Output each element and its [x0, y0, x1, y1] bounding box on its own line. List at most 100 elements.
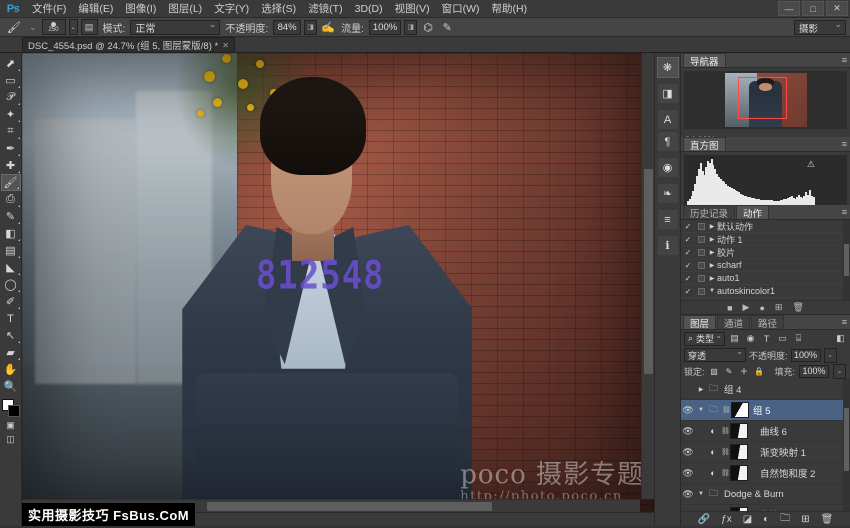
crop-tool[interactable]: ⌗ [1, 123, 21, 140]
color-swatches[interactable] [1, 398, 21, 418]
screen-mode-icon[interactable]: ◫ [3, 432, 19, 446]
action-dialog-toggle[interactable] [695, 249, 707, 256]
quick-mask-icon[interactable]: ▣ [3, 418, 19, 432]
menu-layer[interactable]: 图层(L) [162, 0, 208, 18]
delete-icon[interactable]: 🗑 [792, 302, 803, 313]
chevron-right-icon[interactable]: ▶ [707, 262, 717, 269]
chevron-right-icon[interactable]: ▼ [707, 288, 717, 294]
action-row[interactable]: ✓▶auto1 [681, 272, 850, 285]
delete-layer-icon[interactable]: 🗑 [821, 514, 834, 525]
dodge-tool[interactable]: ◯ [1, 276, 21, 293]
panel-menu-icon[interactable]: ≡ [842, 207, 847, 217]
action-row[interactable]: ✓▶胶片 [681, 246, 850, 259]
action-enabled-checkbox[interactable]: ✓ [681, 222, 695, 231]
eye-icon[interactable]: 👁 [681, 468, 695, 479]
quick-select-tool[interactable]: ✦ [1, 106, 21, 123]
layer-style-icon[interactable]: ƒx [721, 514, 732, 525]
tool-preset-chevron-icon[interactable]: ⌄ [27, 22, 39, 33]
brush-size-preview[interactable]: 250 [42, 19, 66, 35]
link-icon[interactable]: ⛓ [721, 448, 728, 456]
airbrush-toggle-icon[interactable]: ⌬ [420, 19, 436, 35]
eye-icon[interactable]: 👁 [681, 426, 695, 437]
new-group-icon[interactable]: 🗀 [780, 511, 790, 528]
layer-fill-value[interactable]: 100% [799, 365, 829, 378]
shape-tool[interactable]: ▰ [1, 344, 21, 361]
filter-toggle-icon[interactable]: ◧ [834, 332, 847, 346]
filter-shape-icon[interactable]: ▭ [776, 332, 789, 346]
character-icon[interactable]: A [657, 109, 679, 130]
panel-menu-icon[interactable]: ≡ [842, 55, 847, 65]
navigator-view-box[interactable] [738, 77, 787, 119]
menu-3d[interactable]: 3D(D) [349, 0, 389, 18]
link-icon[interactable]: ⛓ [721, 469, 728, 477]
action-enabled-checkbox[interactable]: ✓ [681, 300, 695, 301]
tab-paths[interactable]: 路径 [751, 315, 784, 329]
lasso-tool[interactable]: 𝒫 [1, 89, 21, 106]
histogram-warning-icon[interactable]: ⚠ [807, 159, 815, 170]
healing-brush-tool[interactable]: ✚ [1, 157, 21, 174]
layer-filter-type-select[interactable]: ⌕ 类型 [684, 332, 725, 346]
clone-stamp-tool[interactable]: ⎙ [1, 191, 21, 208]
pen-tool[interactable]: ✐ [1, 293, 21, 310]
paragraph-icon[interactable]: ¶ [657, 131, 679, 152]
lock-all-icon[interactable]: 🔒 [754, 366, 765, 377]
menu-help[interactable]: 帮助(H) [486, 0, 534, 18]
action-enabled-checkbox[interactable]: ✓ [681, 261, 695, 270]
navigator-preview[interactable] [684, 71, 847, 129]
airbrush-opacity-icon[interactable]: ✍ [320, 19, 336, 35]
tab-history[interactable]: 历史记录 [683, 205, 735, 219]
action-row[interactable]: ✓▶scharf [681, 259, 850, 272]
actions-scrollbar[interactable] [843, 220, 850, 300]
opacity-stepper-icon[interactable]: ⌄ [824, 348, 837, 363]
tablet-pressure-icon[interactable]: ✎ [439, 19, 455, 35]
eraser-tool[interactable]: ◧ [1, 225, 21, 242]
properties-icon[interactable]: ≡ [657, 209, 679, 230]
document-tab[interactable]: DSC_4554.psd @ 24.7% (组 5, 图层蒙版/8) * ✕ [22, 37, 235, 52]
adjustment-thumbnail[interactable]: ◐ [707, 468, 719, 478]
layer-row[interactable]: 👁▼🗀⛓组 5 [681, 400, 850, 421]
menu-file[interactable]: 文件(F) [26, 0, 72, 18]
opacity-input[interactable]: 84% [273, 20, 301, 35]
adjustment-thumbnail[interactable]: ◐ [707, 447, 719, 457]
blur-tool[interactable]: ◣ [1, 259, 21, 276]
background-color-swatch[interactable] [8, 405, 20, 417]
hand-tool[interactable]: ✋ [1, 361, 21, 378]
menu-select[interactable]: 选择(S) [255, 0, 302, 18]
close-button[interactable]: ✕ [826, 1, 848, 16]
eyedropper-tool[interactable]: ✒ [1, 140, 21, 157]
layer-row[interactable]: ▶🗀组 4 [681, 379, 850, 400]
blend-mode-select[interactable]: 正常 [130, 20, 220, 35]
layer-mask-thumbnail[interactable] [730, 423, 748, 439]
chevron-icon[interactable]: ▼ [697, 407, 705, 413]
layer-mask-thumbnail[interactable] [730, 465, 748, 481]
gradient-tool[interactable]: ▤ [1, 242, 21, 259]
brush-panel-toggle-icon[interactable]: ▤ [81, 19, 98, 35]
action-enabled-checkbox[interactable]: ✓ [681, 248, 695, 257]
filter-smart-icon[interactable]: ⌸ [792, 332, 805, 346]
move-tool[interactable]: ⬈ [1, 55, 21, 72]
color-icon[interactable]: ◨ [657, 83, 679, 104]
canvas-area[interactable]: 812548 poco 摄影专题 http://photo.poco.cn 24… [22, 53, 654, 526]
action-dialog-toggle[interactable] [695, 275, 707, 282]
adjustment-thumbnail[interactable]: ◐ [707, 426, 719, 436]
lock-move-icon[interactable]: ✛ [739, 366, 750, 377]
adjustments-icon[interactable]: ❋ [657, 57, 679, 78]
history-brush-tool[interactable]: ✎ [1, 208, 21, 225]
lock-paint-icon[interactable]: ✎ [724, 366, 735, 377]
type-tool[interactable]: T [1, 310, 21, 327]
eye-icon[interactable]: 👁 [681, 510, 695, 512]
record-icon[interactable]: ▶ [743, 302, 750, 313]
scroll-thumb[interactable] [207, 502, 491, 511]
layers-list[interactable]: ▶🗀组 4👁▼🗀⛓组 5👁◐⛓曲线 6👁◐⛓渐变映射 1👁◐⛓自然饱和度 2👁▼… [681, 379, 850, 511]
filter-type-icon[interactable]: T [760, 332, 773, 346]
new-action-icon[interactable]: ⊞ [775, 302, 783, 313]
opacity-pressure-icon[interactable]: ◨ [304, 20, 317, 35]
layer-row[interactable]: 👁◐⛓曲线 6 [681, 421, 850, 442]
lock-transparent-icon[interactable]: ▨ [709, 366, 720, 377]
tab-actions[interactable]: 动作 [736, 205, 769, 219]
menu-filter[interactable]: 滤镜(T) [302, 0, 348, 18]
brush-tool-icon[interactable]: 🖌 [4, 20, 24, 35]
menu-type[interactable]: 文字(Y) [208, 0, 255, 18]
layer-mask-thumbnail[interactable] [730, 507, 748, 511]
menu-view[interactable]: 视图(V) [389, 0, 436, 18]
